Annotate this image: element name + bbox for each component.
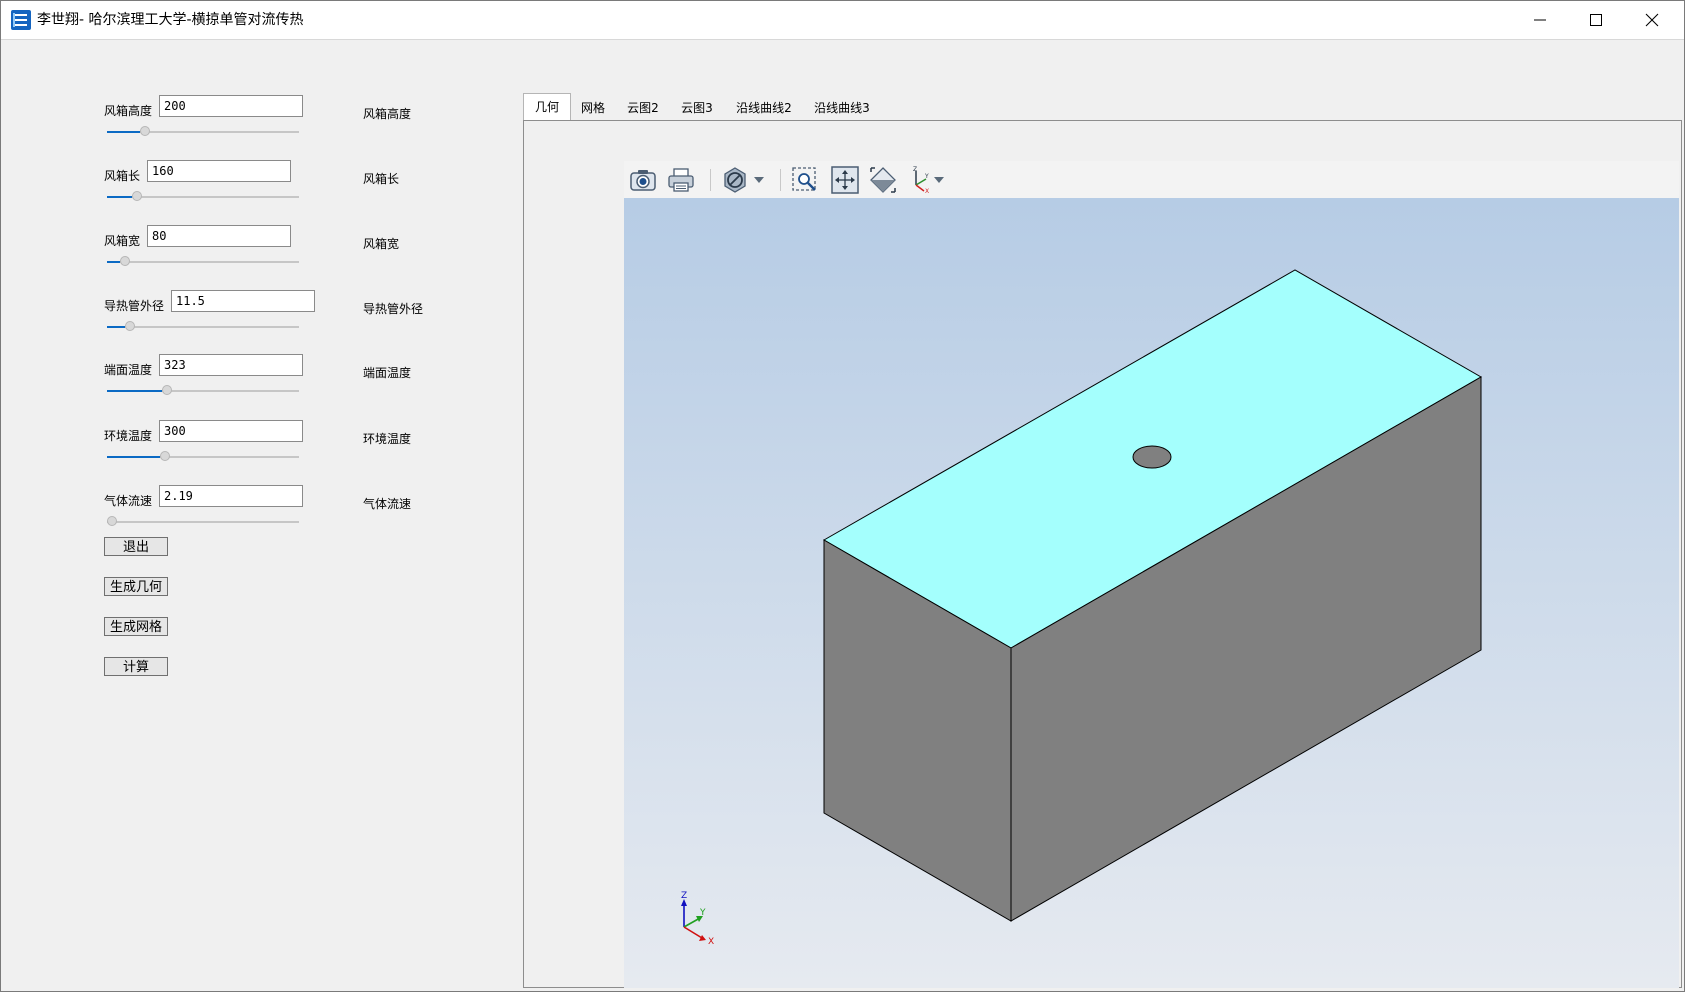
param-label: 导热管外径 <box>104 299 165 313</box>
triad-x-label: X <box>708 937 714 947</box>
box-width-input[interactable] <box>147 225 291 247</box>
scene-light-icon[interactable] <box>868 165 898 195</box>
tab-contour-2[interactable]: 云图2 <box>619 95 667 120</box>
box-length-slider[interactable] <box>107 191 301 203</box>
triad-z-label: Z <box>681 891 687 901</box>
param-end-temp: 端面温度 端面温度 <box>1 354 521 414</box>
maximize-icon <box>1590 14 1602 26</box>
main-window: 李世翔- 哈尔滨理工大学-横掠单管对流传热 风箱高度 风箱高度 风箱长 风箱长 <box>0 0 1685 992</box>
slider-thumb[interactable] <box>140 126 150 136</box>
close-icon <box>1645 13 1659 27</box>
slider-thumb[interactable] <box>107 516 117 526</box>
print-icon[interactable] <box>666 165 696 195</box>
window-title: 李世翔- 哈尔滨理工大学-横掠单管对流传热 <box>37 12 304 28</box>
slider-thumb[interactable] <box>120 256 130 266</box>
param-label: 环境温度 <box>104 429 153 443</box>
param-readout-label: 端面温度 <box>363 366 412 380</box>
param-box-height: 风箱高度 风箱高度 <box>1 95 521 155</box>
box-width-slider[interactable] <box>107 256 301 268</box>
geometry-scene: Z Y X <box>681 269 1483 947</box>
axis-triad: Z Y X <box>681 891 714 947</box>
toolbar-separator <box>710 169 711 191</box>
param-gas-velocity: 气体流速 气体流速 <box>1 485 521 545</box>
compute-button[interactable]: 计算 <box>104 657 168 676</box>
tab-geometry[interactable]: 几何 <box>523 93 571 121</box>
param-box-width: 风箱宽 风箱宽 <box>1 225 521 285</box>
tab-line-plot-3[interactable]: 沿线曲线3 <box>807 95 877 120</box>
app-icon <box>11 10 31 30</box>
param-readout-label: 风箱高度 <box>363 107 412 121</box>
toolbar-separator <box>780 169 781 191</box>
zoom-box-icon[interactable] <box>790 165 820 195</box>
param-readout-label: 风箱长 <box>363 172 400 186</box>
slider-thumb[interactable] <box>132 191 142 201</box>
box-height-slider[interactable] <box>107 126 301 138</box>
3d-viewport[interactable]: Z Y X <box>624 198 1679 988</box>
tube-diameter-input[interactable] <box>171 290 315 312</box>
end-temp-slider[interactable] <box>107 385 301 397</box>
param-label: 风箱高度 <box>104 104 153 118</box>
param-readout-label: 环境温度 <box>363 432 412 446</box>
minimize-icon <box>1534 19 1546 21</box>
title-bar[interactable]: 李世翔- 哈尔滨理工大学-横掠单管对流传热 <box>1 1 1684 40</box>
param-readout-label: 风箱宽 <box>363 237 400 251</box>
slider-thumb[interactable] <box>125 321 135 331</box>
exit-button[interactable]: 退出 <box>104 537 168 556</box>
maximize-button[interactable] <box>1569 1 1625 39</box>
tab-mesh[interactable]: 网格 <box>571 95 615 120</box>
param-label: 风箱长 <box>104 169 141 183</box>
parameter-panel: 风箱高度 风箱高度 风箱长 风箱长 风箱宽 风箱宽 导热管外径 <box>1 40 521 990</box>
param-label: 端面温度 <box>104 363 153 377</box>
param-tube-diameter: 导热管外径 导热管外径 <box>1 290 521 350</box>
param-readout-label: 气体流速 <box>363 497 412 511</box>
gas-velocity-slider[interactable] <box>107 516 301 528</box>
param-label: 气体流速 <box>104 494 153 508</box>
tab-contour-3[interactable]: 云图3 <box>673 95 721 120</box>
slider-thumb[interactable] <box>162 385 172 395</box>
minimize-button[interactable] <box>1513 1 1569 39</box>
slider-thumb[interactable] <box>160 451 170 461</box>
tube-diameter-slider[interactable] <box>107 321 301 333</box>
gas-velocity-input[interactable] <box>159 485 303 507</box>
ambient-temp-input[interactable] <box>159 420 303 442</box>
param-box-length: 风箱长 风箱长 <box>1 160 521 220</box>
box-length-input[interactable] <box>147 160 291 182</box>
triad-y-label: Y <box>699 908 706 918</box>
end-temp-input[interactable] <box>159 354 303 376</box>
param-label: 风箱宽 <box>104 234 141 248</box>
param-readout-label: 导热管外径 <box>363 302 424 316</box>
generate-mesh-button[interactable]: 生成网格 <box>104 617 168 636</box>
ambient-temp-slider[interactable] <box>107 451 301 463</box>
chevron-down-icon[interactable] <box>748 165 778 195</box>
camera-icon[interactable] <box>628 165 658 195</box>
tube-hole <box>1132 445 1172 469</box>
param-ambient-temp: 环境温度 环境温度 <box>1 420 521 480</box>
graphics-toolbar: Z Y X <box>624 161 1679 199</box>
svg-text:Z: Z <box>913 166 917 173</box>
box-height-input[interactable] <box>159 95 303 117</box>
hide-icon[interactable] <box>720 165 750 195</box>
tab-line-plot-2[interactable]: 沿线曲线2 <box>729 95 799 120</box>
chevron-down-icon[interactable] <box>928 165 958 195</box>
zoom-extents-icon[interactable] <box>830 165 860 195</box>
generate-geometry-button[interactable]: 生成几何 <box>104 577 168 596</box>
close-button[interactable] <box>1625 1 1681 39</box>
